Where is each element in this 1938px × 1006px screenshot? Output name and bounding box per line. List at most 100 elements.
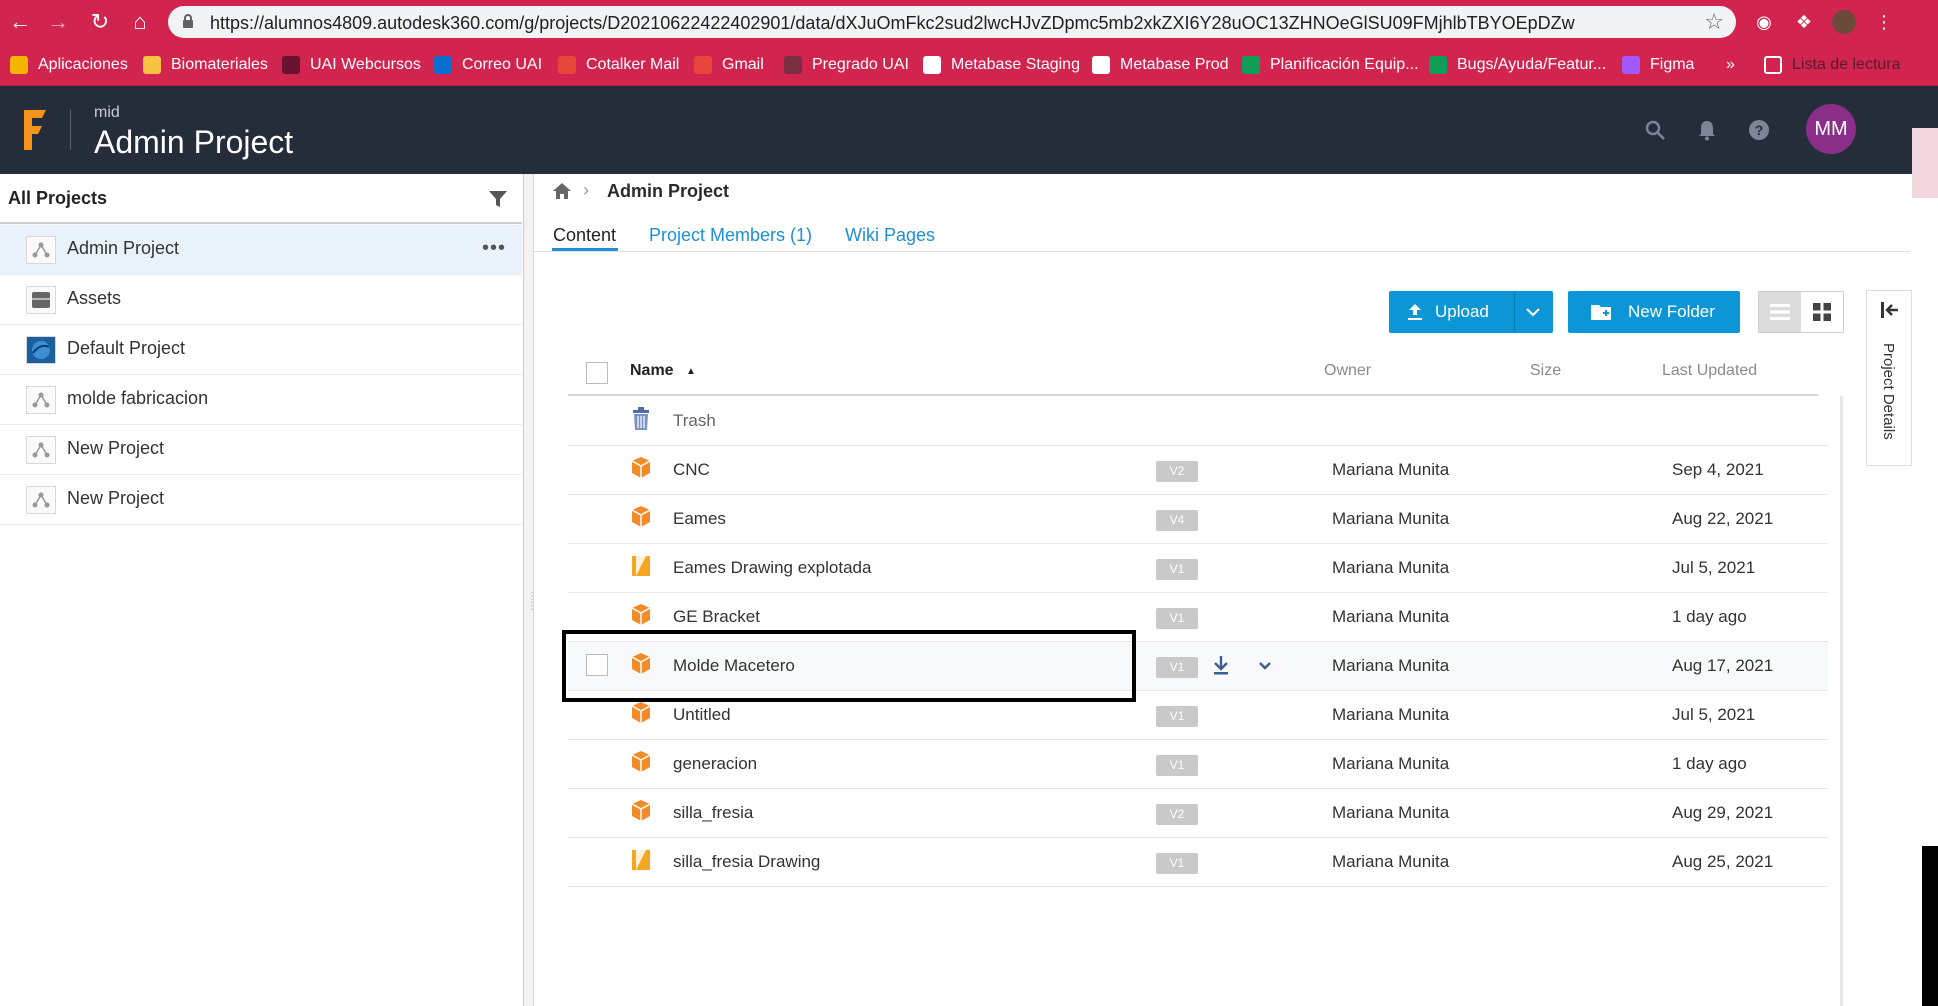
puzzle-icon[interactable]: ❖ [1792, 10, 1816, 34]
drawing-file-icon [632, 556, 650, 576]
file-updated: Aug 25, 2021 [1672, 852, 1774, 871]
reading-list-icon [1764, 56, 1782, 74]
chevron-down-icon[interactable] [1525, 307, 1541, 317]
file-name[interactable]: generacion [673, 754, 757, 774]
file-name[interactable]: CNC [673, 460, 710, 480]
version-badge[interactable]: V4 [1156, 510, 1198, 531]
file-name[interactable]: Eames Drawing explotada [673, 558, 871, 578]
bookmark-apps[interactable]: Aplicaciones [10, 52, 128, 78]
version-badge[interactable]: V1 [1156, 657, 1198, 678]
help-icon[interactable]: ? [1748, 119, 1770, 141]
project-details-panel-tab[interactable]: Project Details [1866, 290, 1912, 466]
panel-splitter[interactable]: ⋮ ⋮ [524, 174, 537, 1006]
table-row[interactable]: silla_fresia Drawing V1 Mariana Munita A… [568, 838, 1828, 887]
table-row[interactable]: generacion V1 Mariana Munita 1 day ago [568, 740, 1828, 789]
version-badge[interactable]: V2 [1156, 804, 1198, 825]
edge-strip [1922, 846, 1938, 1006]
table-row[interactable]: CNC V2 Mariana Munita Sep 4, 2021 [568, 446, 1828, 495]
bookmark-pregrado-uai[interactable]: Pregrado UAI [784, 52, 909, 78]
download-icon[interactable] [1212, 654, 1230, 676]
upload-button[interactable]: Upload [1389, 291, 1553, 333]
bookmark-figma[interactable]: Figma [1622, 52, 1694, 78]
tab-wiki-pages[interactable]: Wiki Pages [845, 225, 935, 246]
file-owner: Mariana Munita [1332, 754, 1450, 773]
file-name[interactable]: Untitled [673, 705, 731, 725]
version-badge[interactable]: V1 [1156, 706, 1198, 727]
bookmark-gmail[interactable]: Gmail [694, 52, 764, 78]
select-all-checkbox[interactable] [586, 362, 608, 384]
edge-strip [1912, 128, 1938, 198]
project-label: New Project [67, 438, 165, 458]
drawing-file-icon [632, 850, 650, 870]
new-folder-icon [1591, 305, 1611, 320]
extension-icon[interactable]: ◉ [1752, 10, 1776, 34]
column-name-header[interactable]: Name [630, 362, 674, 380]
uai-icon [282, 56, 300, 74]
bookmark-metabase-prod[interactable]: Metabase Prod [1092, 52, 1229, 78]
address-bar[interactable]: https://alumnos4809.autodesk360.com/g/pr… [168, 6, 1736, 38]
fusion-logo-icon[interactable] [22, 108, 48, 152]
reload-icon[interactable]: ↻ [86, 8, 114, 36]
version-badge[interactable]: V2 [1156, 461, 1198, 482]
version-badge[interactable]: V1 [1156, 608, 1198, 629]
new-folder-button[interactable]: New Folder [1568, 291, 1740, 333]
bookmark-metabase-staging[interactable]: Metabase Staging [923, 52, 1080, 78]
forward-icon[interactable]: → [44, 8, 72, 36]
sort-asc-icon[interactable]: ▲ [686, 366, 696, 377]
bookmark-bugs[interactable]: Bugs/Ayuda/Featur... [1429, 52, 1606, 78]
chevron-down-icon[interactable] [1258, 661, 1272, 671]
sidebar-item-new-project-2[interactable]: New Project [0, 475, 522, 525]
more-bookmarks[interactable]: » [1726, 52, 1735, 78]
file-name[interactable]: silla_fresia Drawing [673, 852, 820, 872]
tab-project-members[interactable]: Project Members (1) [649, 225, 812, 246]
sidebar-item-molde-fabricacion[interactable]: molde fabricacion [0, 375, 522, 425]
trash-icon [633, 407, 649, 430]
table-row[interactable]: Eames Drawing explotada V1 Mariana Munit… [568, 544, 1828, 593]
edge-strip [1912, 86, 1938, 128]
bookmark-uai-webcursos[interactable]: UAI Webcursos [282, 52, 421, 78]
apps-grid-icon [10, 56, 28, 74]
avatar[interactable]: MM [1806, 104, 1856, 154]
tab-content[interactable]: Content [553, 225, 616, 246]
sheets-icon [1242, 56, 1260, 74]
trash-row[interactable]: Trash [568, 397, 1828, 446]
outlook-icon [434, 56, 452, 74]
scrollbar[interactable] [1840, 396, 1843, 1006]
bookmark-cotalker-mail[interactable]: Cotalker Mail [558, 52, 679, 78]
project-details-label: Project Details [1880, 343, 1897, 440]
version-badge[interactable]: V1 [1156, 755, 1198, 776]
file-name[interactable]: Eames [673, 509, 726, 529]
project-filter-bar[interactable]: All Projects [0, 174, 522, 224]
table-row[interactable]: Eames V4 Mariana Munita Aug 22, 2021 [568, 495, 1828, 544]
file-name[interactable]: silla_fresia [673, 803, 753, 823]
file-name[interactable]: GE Bracket [673, 607, 760, 627]
sidebar-item-assets[interactable]: Assets [0, 275, 522, 325]
search-icon[interactable] [1644, 119, 1666, 141]
page-edge [1912, 86, 1938, 1006]
reading-list[interactable]: Lista de lectura [1764, 52, 1901, 78]
grid-view-button[interactable] [1801, 292, 1843, 332]
table-row[interactable]: silla_fresia V2 Mariana Munita Aug 29, 2… [568, 789, 1828, 838]
home-icon[interactable]: ⌂ [126, 8, 154, 36]
version-badge[interactable]: V1 [1156, 853, 1198, 874]
list-view-button[interactable] [1759, 292, 1801, 332]
file-owner: Mariana Munita [1332, 509, 1450, 528]
sidebar-item-default-project[interactable]: Default Project [0, 325, 522, 375]
more-options-icon[interactable]: ••• [482, 237, 506, 260]
menu-icon[interactable]: ⋮ [1872, 10, 1896, 34]
back-icon[interactable]: ← [6, 8, 34, 36]
column-owner-header[interactable]: Owner [1324, 362, 1371, 380]
home-icon[interactable] [552, 182, 572, 200]
column-updated-header[interactable]: Last Updated [1662, 362, 1757, 380]
bell-icon[interactable] [1696, 119, 1718, 141]
sidebar-item-admin-project[interactable]: Admin Project ••• [0, 225, 522, 275]
profile-icon[interactable] [1832, 10, 1856, 34]
sidebar-item-new-project[interactable]: New Project [0, 425, 522, 475]
bookmark-planificacion[interactable]: Planificación Equip... [1242, 52, 1419, 78]
filter-icon[interactable] [488, 190, 508, 208]
bookmark-correo-uai[interactable]: Correo UAI [434, 52, 542, 78]
bookmark-star-icon[interactable]: ☆ [1704, 9, 1724, 35]
bookmark-biomateriales[interactable]: Biomateriales [143, 52, 268, 78]
version-badge[interactable]: V1 [1156, 559, 1198, 580]
column-size-header[interactable]: Size [1530, 362, 1561, 380]
